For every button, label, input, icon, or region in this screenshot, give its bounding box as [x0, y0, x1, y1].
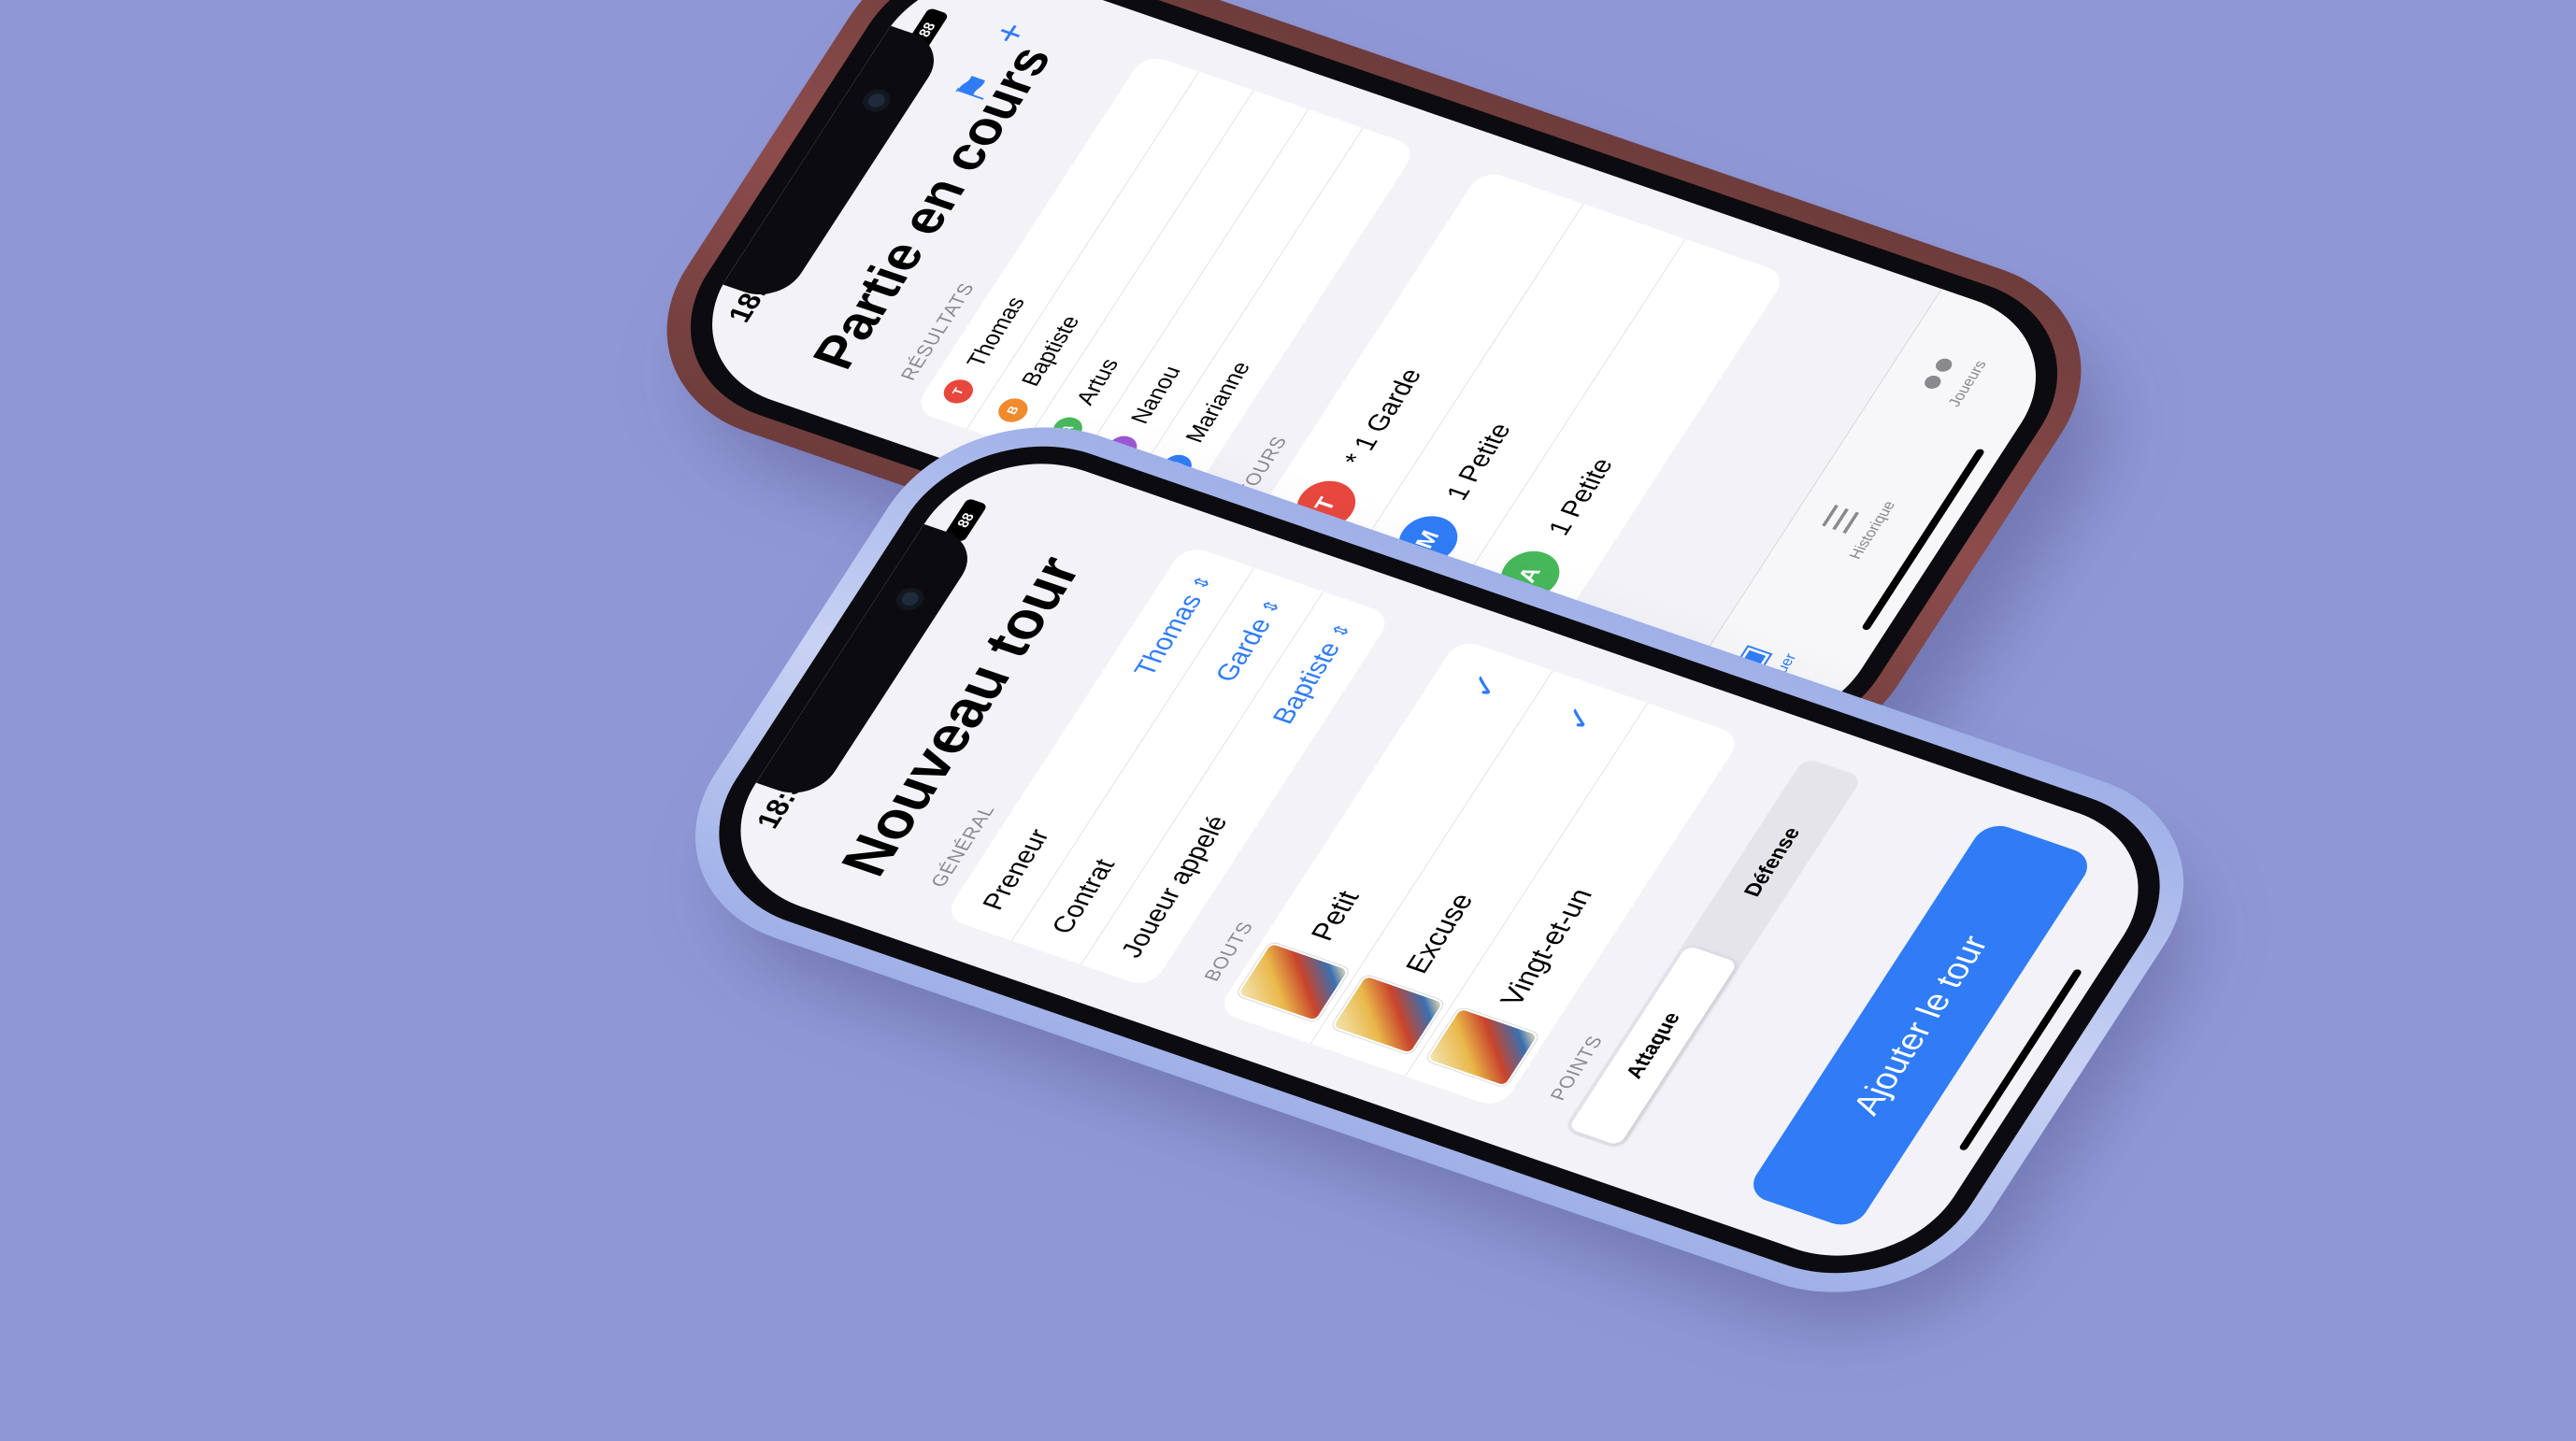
tab-joueurs[interactable]: ●● Joueurs: [1904, 345, 1991, 409]
bout-name: Petit: [1304, 887, 1366, 945]
tarot-card-image: [1427, 1008, 1538, 1086]
bout-name: Excuse: [1399, 890, 1480, 977]
camera-icon: [891, 584, 929, 614]
chevron-updown-icon: ⇕: [1257, 596, 1286, 617]
segment-defense[interactable]: Défense: [1687, 762, 1857, 963]
list-icon: ☰: [1813, 500, 1868, 539]
checkmark-icon: ✓: [1460, 668, 1510, 704]
tour-summary: * 1 Garde: [1338, 364, 1427, 469]
tab-historique[interactable]: ☰ Historique: [1805, 485, 1900, 562]
chevron-updown-icon: ⇕: [1188, 573, 1217, 593]
tarot-card-image: [1332, 976, 1442, 1053]
checkmark-icon: ✓: [1554, 701, 1605, 736]
avatar: T: [937, 376, 979, 407]
tarot-card-image: [1238, 943, 1348, 1020]
mockup-scene: 18:35 ◠ 88 ⚑ + Partie en cours RÉSULTATS…: [0, 0, 2576, 1441]
player-name: Artus: [1070, 355, 1124, 408]
tour-summary: 1 Petite: [1541, 454, 1619, 539]
tour-summary: 1 Petite: [1439, 419, 1517, 504]
camera-icon: [858, 86, 895, 115]
chevron-updown-icon: ⇕: [1326, 621, 1356, 641]
avatar: B: [993, 394, 1033, 426]
